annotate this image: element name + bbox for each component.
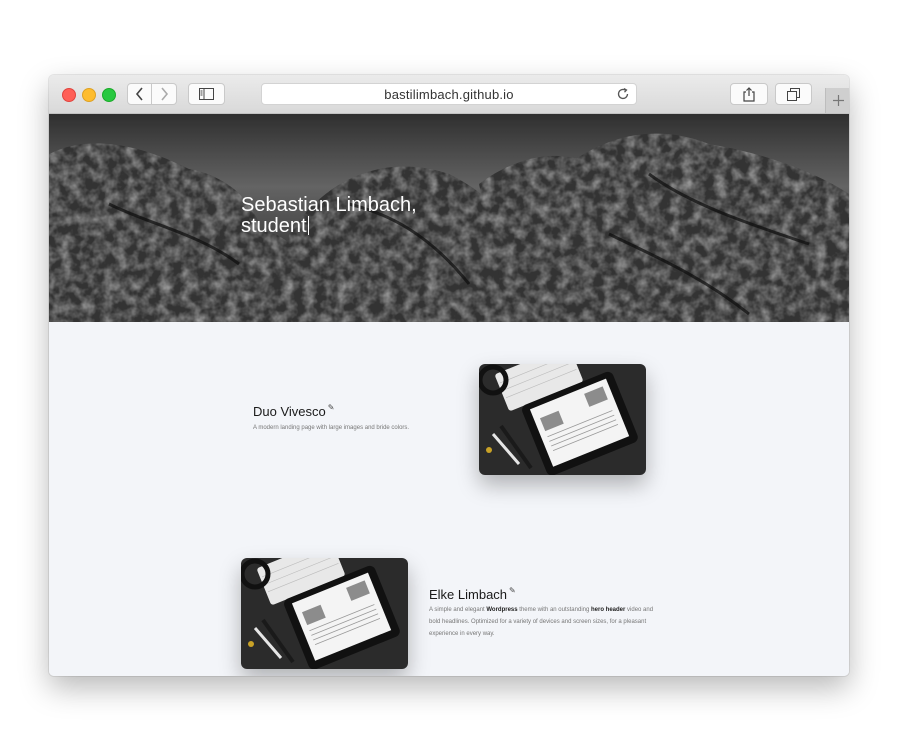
tabs-overview-button[interactable] bbox=[775, 83, 812, 105]
back-button[interactable] bbox=[127, 83, 152, 105]
project-title-duo-vivesco[interactable]: Duo Vivesco ✎ bbox=[253, 403, 334, 419]
hero-title-word: student bbox=[241, 215, 307, 237]
tabs-overview-icon bbox=[787, 87, 800, 101]
desc-highlight-wordpress: Wordpress bbox=[486, 607, 518, 613]
url-text: bastilimbach.github.io bbox=[384, 86, 514, 102]
project-title-text: Elke Limbach bbox=[429, 587, 508, 602]
share-button[interactable] bbox=[730, 83, 768, 105]
minimize-window-button[interactable] bbox=[82, 88, 96, 102]
chevron-right-icon bbox=[161, 87, 169, 101]
hero-title-line2: student bbox=[241, 216, 481, 237]
hero-header: Sebastian Limbach, student bbox=[49, 114, 849, 322]
new-tab-button[interactable] bbox=[825, 88, 849, 113]
share-icon bbox=[743, 86, 755, 102]
hero-title: Sebastian Limbach, student bbox=[241, 195, 481, 237]
project-description: A simple and elegant Wordpress theme wit… bbox=[429, 604, 659, 640]
reload-icon[interactable] bbox=[616, 87, 630, 101]
project-thumbnail-elke-limbach[interactable] bbox=[241, 558, 408, 669]
sidebar-button[interactable] bbox=[188, 83, 225, 105]
pencil-icon: ✎ bbox=[327, 403, 335, 412]
tablet-desk-image bbox=[479, 364, 646, 475]
chevron-left-icon bbox=[135, 87, 143, 101]
fullscreen-window-button[interactable] bbox=[102, 88, 116, 102]
desc-text: A simple and elegant bbox=[429, 607, 487, 613]
plus-icon bbox=[832, 95, 844, 106]
close-window-button[interactable] bbox=[62, 88, 76, 102]
tablet-desk-image bbox=[241, 558, 408, 669]
browser-window: bastilimbach.github.io Sebastian Limbach… bbox=[49, 75, 849, 676]
browser-toolbar: bastilimbach.github.io bbox=[49, 75, 849, 114]
typing-cursor bbox=[307, 216, 309, 235]
forward-button[interactable] bbox=[152, 83, 177, 105]
sidebar-icon bbox=[199, 88, 214, 100]
project-thumbnail-duo-vivesco[interactable] bbox=[479, 364, 646, 475]
desc-text: theme with an outstanding bbox=[517, 607, 591, 613]
hero-title-line1: Sebastian Limbach, bbox=[241, 194, 417, 216]
projects-section: Duo Vivesco ✎ A modern landing page with … bbox=[49, 322, 849, 676]
desc-highlight-hero-header: hero header bbox=[591, 607, 626, 613]
project-title-elke-limbach[interactable]: Elke Limbach ✎ bbox=[429, 586, 516, 602]
project-title-text: Duo Vivesco bbox=[253, 404, 326, 419]
pencil-icon: ✎ bbox=[509, 586, 516, 595]
address-bar[interactable]: bastilimbach.github.io bbox=[261, 83, 637, 105]
project-description: A modern landing page with large images … bbox=[253, 425, 410, 431]
